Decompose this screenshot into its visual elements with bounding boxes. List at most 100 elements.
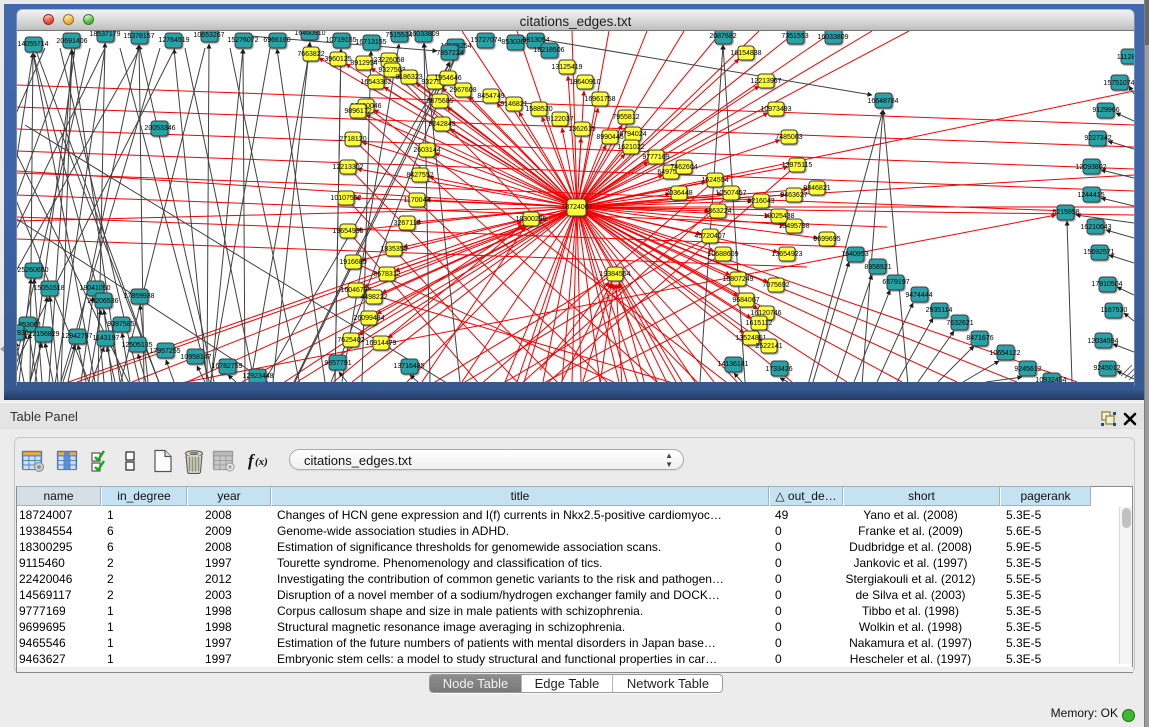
svg-text:8471676: 8471676 xyxy=(966,335,993,342)
svg-text:13654923: 13654923 xyxy=(771,251,802,258)
svg-text:10107552: 10107552 xyxy=(330,195,361,202)
svg-text:7625402: 7625402 xyxy=(337,337,364,344)
svg-text:16914479: 16914479 xyxy=(365,340,396,347)
svg-text:1167530: 1167530 xyxy=(1101,307,1128,314)
svg-text:10653267: 10653267 xyxy=(193,32,224,39)
svg-text:13716485: 13716485 xyxy=(393,363,424,370)
svg-text:1588520: 1588520 xyxy=(525,106,552,113)
svg-text:15276072: 15276072 xyxy=(227,37,258,44)
svg-text:1640953: 1640953 xyxy=(841,251,868,258)
svg-text:9699695: 9699695 xyxy=(813,236,840,243)
svg-text:14136141: 14136141 xyxy=(717,361,748,368)
svg-text:15727074: 15727074 xyxy=(470,37,501,44)
svg-text:1170044: 1170044 xyxy=(404,197,431,204)
svg-text:25260650: 25260650 xyxy=(17,267,48,274)
svg-text:15378157: 15378157 xyxy=(123,33,154,40)
svg-text:9463627: 9463627 xyxy=(780,192,807,199)
svg-text:1624554: 1624554 xyxy=(701,177,728,184)
svg-text:10932454: 10932454 xyxy=(1035,377,1066,382)
svg-text:7663822: 7663822 xyxy=(297,51,324,58)
svg-text:12505135: 12505135 xyxy=(121,342,152,349)
svg-text:12093802: 12093802 xyxy=(1075,164,1106,171)
svg-text:15692571: 15692571 xyxy=(1083,249,1114,256)
svg-text:2967608: 2967608 xyxy=(449,87,476,94)
svg-text:10688609: 10688609 xyxy=(707,251,738,258)
svg-text:20053346: 20053346 xyxy=(144,125,175,132)
svg-text:16154838: 16154838 xyxy=(730,50,761,57)
svg-text:1954646: 1954646 xyxy=(434,75,461,82)
svg-text:8678312: 8678312 xyxy=(373,271,400,278)
svg-text:10719155: 10719155 xyxy=(325,37,356,44)
svg-text:8427552: 8427552 xyxy=(406,172,433,179)
svg-text:10958147: 10958147 xyxy=(180,354,211,361)
svg-text:18041050: 18041050 xyxy=(79,285,110,292)
svg-text:9684067: 9684067 xyxy=(732,297,759,304)
svg-text:14055714: 14055714 xyxy=(17,41,48,48)
svg-text:2036448: 2036448 xyxy=(665,190,692,197)
svg-text:8958921: 8958921 xyxy=(864,264,891,271)
svg-text:1733426: 1733426 xyxy=(765,366,792,373)
svg-text:2603144: 2603144 xyxy=(413,147,440,154)
svg-text:9245012: 9245012 xyxy=(1093,365,1120,372)
svg-text:12213302: 12213302 xyxy=(332,164,363,171)
svg-text:18724007: 18724007 xyxy=(561,204,592,211)
svg-text:20206536: 20206536 xyxy=(87,298,118,305)
svg-text:1143197: 1143197 xyxy=(93,335,120,342)
svg-text:26099484: 26099484 xyxy=(353,315,384,322)
svg-text:1244415: 1244415 xyxy=(1077,192,1104,199)
svg-text:17859938: 17859938 xyxy=(123,293,154,300)
svg-text:9777169: 9777169 xyxy=(642,154,669,161)
svg-text:9857791: 9857791 xyxy=(324,360,351,367)
svg-text:7485063: 7485063 xyxy=(775,134,802,141)
svg-text:1621022: 1621022 xyxy=(617,144,644,151)
svg-text:1916685: 1916685 xyxy=(339,259,366,266)
svg-text:7857224: 7857224 xyxy=(436,50,463,57)
svg-text:12213967: 12213967 xyxy=(750,78,781,85)
svg-text:18537179: 18537179 xyxy=(89,31,120,38)
svg-text:3960125: 3960125 xyxy=(324,56,351,63)
svg-text:18640910: 18640910 xyxy=(569,79,600,86)
svg-text:16543362: 16543362 xyxy=(360,79,391,86)
svg-text:7632621: 7632621 xyxy=(946,320,973,327)
svg-text:9146821: 9146821 xyxy=(500,101,527,108)
svg-text:16460910: 16460910 xyxy=(294,31,325,37)
svg-text:2935114: 2935114 xyxy=(926,307,953,314)
svg-text:17957255: 17957255 xyxy=(149,348,180,355)
svg-text:10654122: 10654122 xyxy=(989,350,1020,357)
svg-text:8122037: 8122037 xyxy=(546,116,573,123)
svg-text:9397585: 9397585 xyxy=(107,321,134,328)
svg-text:45720407: 45720407 xyxy=(694,233,725,240)
svg-text:16782759: 16782759 xyxy=(211,363,242,370)
svg-text:3875685: 3875685 xyxy=(426,98,453,105)
svg-text:8215958: 8215958 xyxy=(1052,209,1079,216)
svg-text:9846821: 9846821 xyxy=(803,185,830,192)
svg-text:2087682: 2087682 xyxy=(709,33,736,40)
svg-text:19654935: 19654935 xyxy=(332,228,363,235)
svg-text:2718120: 2718120 xyxy=(339,136,366,143)
svg-text:16961758: 16961758 xyxy=(584,96,615,103)
svg-text:12942757: 12942757 xyxy=(61,333,92,340)
svg-text:20691406: 20691406 xyxy=(56,38,87,45)
svg-text:15751074: 15751074 xyxy=(1103,80,1134,87)
svg-text:1112890: 1112890 xyxy=(1117,54,1134,61)
svg-text:15051518: 15051518 xyxy=(33,285,64,292)
svg-text:6966160: 6966160 xyxy=(263,37,290,44)
svg-text:16713155: 16713155 xyxy=(355,39,386,46)
svg-text:13125419: 13125419 xyxy=(551,64,582,71)
svg-text:13975115: 13975115 xyxy=(782,162,813,169)
svg-text:2522141: 2522141 xyxy=(755,343,782,350)
svg-text:7955812: 7955812 xyxy=(612,114,639,121)
svg-text:9242845: 9242845 xyxy=(428,121,455,128)
svg-text:10507457: 10507457 xyxy=(715,190,746,197)
svg-text:(x): (x) xyxy=(255,456,268,468)
svg-text:12764519: 12764519 xyxy=(158,37,189,44)
svg-text:10973493: 10973493 xyxy=(760,106,791,113)
svg-text:6794024: 6794024 xyxy=(619,131,646,138)
svg-text:1835359: 1835359 xyxy=(380,246,407,253)
svg-text:8186323: 8186323 xyxy=(395,74,422,81)
svg-text:3915930: 3915930 xyxy=(17,330,29,337)
svg-text:18218506: 18218506 xyxy=(533,47,564,54)
svg-text:8454749: 8454749 xyxy=(477,93,504,100)
svg-text:1615112: 1615112 xyxy=(746,320,773,327)
svg-text:12156829: 12156829 xyxy=(28,331,59,338)
